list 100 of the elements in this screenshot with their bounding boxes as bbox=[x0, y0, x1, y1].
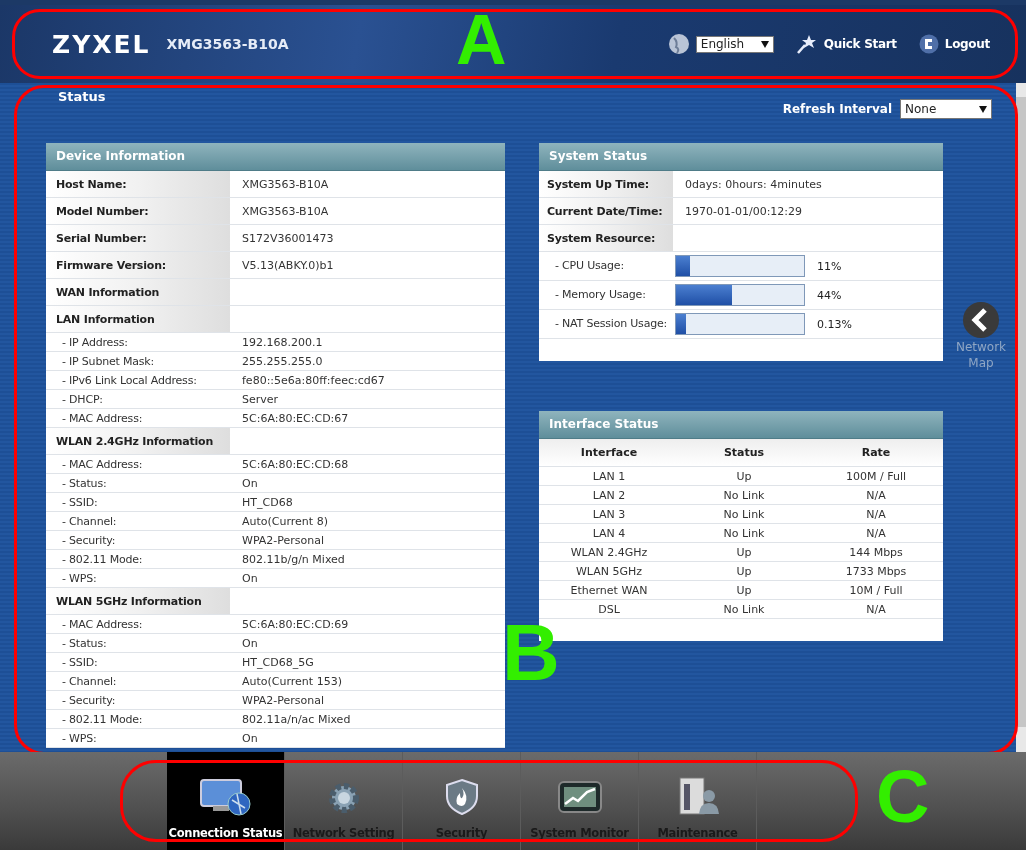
panel-title: Interface Status bbox=[539, 411, 943, 439]
table-cell-text: N/A bbox=[865, 507, 887, 521]
field-value: HT_CD68_5G bbox=[241, 655, 314, 669]
table-cell-text: N/A bbox=[865, 602, 887, 616]
model-name: XMG3563-B10A bbox=[166, 36, 289, 52]
field-value: WPA2-Personal bbox=[241, 693, 325, 707]
table-cell-text: No Link bbox=[722, 507, 766, 521]
field-label: - DHCP: bbox=[61, 391, 104, 408]
field-value: XMG3563-B10A bbox=[241, 204, 329, 218]
field-label: - Security: bbox=[61, 692, 117, 709]
column-header: Status bbox=[722, 446, 766, 459]
field-value: On bbox=[241, 636, 258, 650]
table-cell-text: LAN 1 bbox=[591, 469, 627, 483]
table-cell-text: 100M / Full bbox=[845, 469, 907, 483]
field-value: S172V36001473 bbox=[241, 231, 334, 245]
panel-title: Device Information bbox=[46, 143, 505, 171]
table-cell-text: WLAN 2.4GHz bbox=[569, 545, 649, 559]
usage-value: 44% bbox=[817, 288, 842, 302]
column-header: Rate bbox=[860, 446, 892, 459]
field-value: 255.255.255.0 bbox=[241, 354, 323, 368]
refresh-interval-select[interactable]: None bbox=[900, 99, 992, 119]
page-title: Status bbox=[58, 89, 106, 104]
field-label: - Status: bbox=[61, 475, 108, 492]
field-value: 5C:6A:80:EC:CD:67 bbox=[241, 411, 349, 425]
line-chart-monitor-icon bbox=[556, 780, 603, 816]
dropdown-arrow-icon bbox=[979, 105, 987, 113]
field-label: - NAT Session Usage: bbox=[554, 316, 669, 333]
shield-flame-icon bbox=[444, 778, 479, 816]
logout-icon bbox=[918, 34, 939, 54]
field-label: - Memory Usage: bbox=[554, 287, 647, 304]
star-wand-icon bbox=[795, 33, 818, 55]
field-value: 802.11b/g/n Mixed bbox=[241, 552, 345, 566]
field-label: - MAC Address: bbox=[61, 410, 144, 427]
field-label: - Status: bbox=[61, 635, 108, 652]
field-value: 0days: 0hours: 4minutes bbox=[684, 177, 822, 191]
table-cell-text: Up bbox=[735, 469, 753, 483]
usage-value: 0.13% bbox=[817, 317, 852, 331]
table-cell-text: LAN 2 bbox=[591, 488, 627, 502]
field-label: - MAC Address: bbox=[61, 616, 144, 633]
language-select[interactable]: English bbox=[695, 35, 774, 53]
field-value: On bbox=[241, 476, 258, 490]
field-label: - IP Subnet Mask: bbox=[61, 353, 155, 370]
table-cell-text: Ethernet WAN bbox=[569, 583, 649, 597]
field-label: - IPv6 Link Local Address: bbox=[61, 372, 198, 389]
table-cell-text: 10M / Full bbox=[848, 583, 904, 597]
table-cell-text: Up bbox=[735, 564, 753, 578]
monitor-globe-icon bbox=[198, 778, 253, 816]
table-cell-text: WLAN 5GHz bbox=[574, 564, 644, 578]
field-value: WPA2-Personal bbox=[241, 533, 325, 547]
field-value: V5.13(ABKY.0)b1 bbox=[241, 258, 334, 272]
logout-link[interactable]: Logout bbox=[918, 34, 990, 54]
field-value: On bbox=[241, 571, 258, 585]
field-label: - SSID: bbox=[61, 494, 99, 511]
field-label: - Channel: bbox=[61, 673, 118, 690]
field-label: - IP Address: bbox=[61, 334, 129, 351]
table-cell-text: Up bbox=[735, 583, 753, 597]
table-cell-text: LAN 4 bbox=[591, 526, 627, 540]
field-label: - SSID: bbox=[61, 654, 99, 671]
field-value: Auto(Current 153) bbox=[241, 674, 342, 688]
field-label: - 802.11 Mode: bbox=[61, 711, 144, 728]
field-value: fe80::5e6a:80ff:feec:cd67 bbox=[241, 373, 385, 387]
table-cell-text: LAN 3 bbox=[591, 507, 627, 521]
field-label: - CPU Usage: bbox=[554, 258, 625, 275]
dropdown-arrow-icon bbox=[760, 40, 769, 48]
table-cell-text: No Link bbox=[722, 488, 766, 502]
column-header: Interface bbox=[579, 446, 639, 459]
table-cell-text: N/A bbox=[865, 526, 887, 540]
field-value: 802.11a/n/ac Mixed bbox=[241, 712, 351, 726]
annotation-letter: B bbox=[502, 613, 560, 693]
scrollbar[interactable] bbox=[1016, 83, 1026, 752]
table-cell-text: No Link bbox=[722, 602, 766, 616]
field-label: - 802.11 Mode: bbox=[61, 551, 144, 568]
table-cell-text: N/A bbox=[865, 488, 887, 502]
field-value: Auto(Current 8) bbox=[241, 514, 328, 528]
table-cell-text: 144 Mbps bbox=[848, 545, 904, 559]
field-value: 192.168.200.1 bbox=[241, 335, 323, 349]
field-value: Server bbox=[241, 392, 279, 406]
field-label: - WPS: bbox=[61, 730, 98, 747]
field-value: On bbox=[241, 731, 258, 745]
annotation-letter: A bbox=[456, 5, 507, 75]
field-value: 5C:6A:80:EC:CD:68 bbox=[241, 457, 349, 471]
refresh-interval-label: Refresh Interval bbox=[782, 102, 892, 116]
field-value: 5C:6A:80:EC:CD:69 bbox=[241, 617, 349, 631]
field-label: - Channel: bbox=[61, 513, 118, 530]
quick-start-link[interactable]: Quick Start bbox=[795, 33, 897, 55]
annotation-letter: C bbox=[876, 760, 930, 834]
field-value: 1970-01-01/00:12:29 bbox=[684, 204, 803, 218]
panel-title: System Status bbox=[539, 143, 943, 171]
nav-tab[interactable]: Connection Status bbox=[167, 752, 285, 850]
field-value: HT_CD68 bbox=[241, 495, 293, 509]
field-value: XMG3563-B10A bbox=[241, 177, 329, 191]
field-label: - MAC Address: bbox=[61, 456, 144, 473]
table-cell-text: Up bbox=[735, 545, 753, 559]
logo: ZYXEL bbox=[52, 29, 151, 59]
usage-value: 11% bbox=[817, 259, 842, 273]
table-cell-text: No Link bbox=[722, 526, 766, 540]
field-label: - Security: bbox=[61, 532, 117, 549]
table-cell-text: 1733 Mbps bbox=[844, 564, 908, 578]
field-label: - WPS: bbox=[61, 570, 98, 587]
table-cell-text: DSL bbox=[597, 602, 621, 616]
